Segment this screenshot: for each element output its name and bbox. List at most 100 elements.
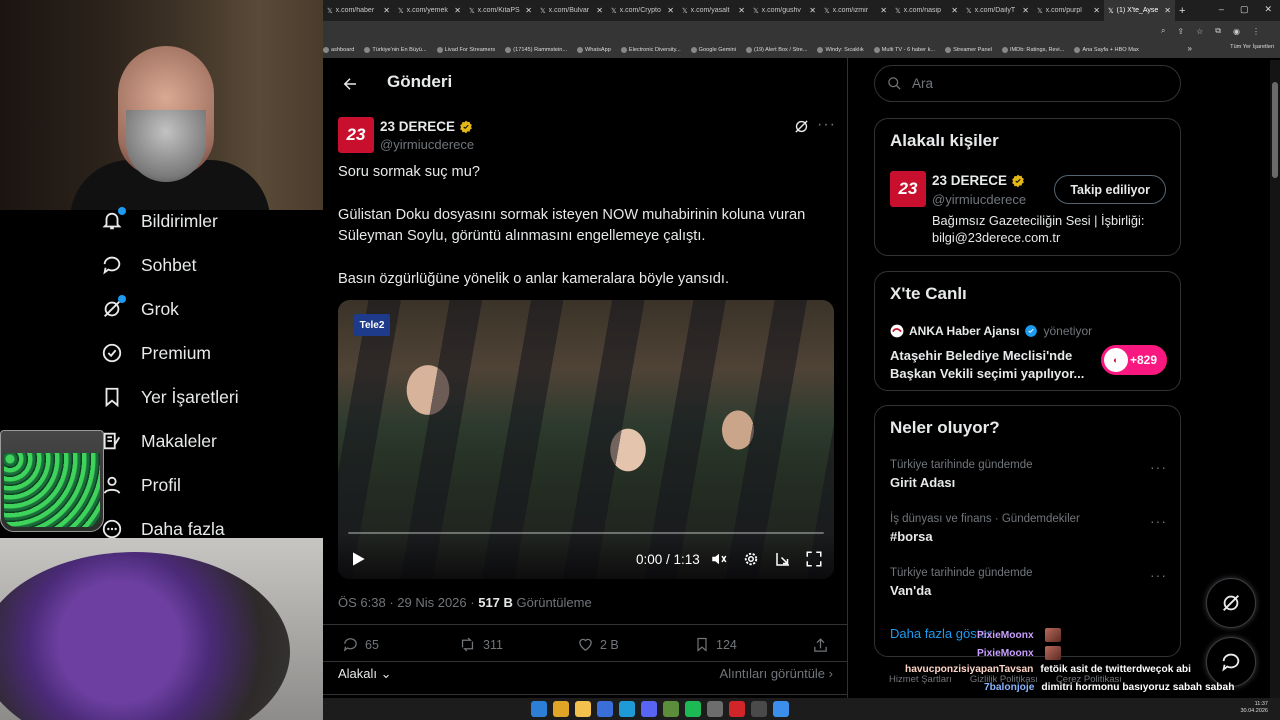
nav-item-chat[interactable]: Sohbet bbox=[100, 253, 196, 277]
bookmark-item[interactable]: WhatsApp bbox=[577, 46, 611, 53]
following-button[interactable]: Takip ediliyor bbox=[1054, 175, 1166, 204]
app-icon[interactable] bbox=[729, 701, 745, 717]
close-tab-icon[interactable]: ✕ bbox=[880, 6, 887, 15]
browser-tab[interactable]: 𝕏x.com/yasalt ✕ bbox=[678, 0, 749, 21]
minimize-icon[interactable]: – bbox=[1219, 4, 1224, 15]
like-button[interactable]: 2 B bbox=[577, 636, 619, 653]
trend-more-icon[interactable]: ··· bbox=[1150, 459, 1167, 475]
footer-link[interactable]: Çerez Politikası bbox=[1056, 674, 1122, 685]
browser-tab[interactable]: 𝕏x.com/purpl ✕ bbox=[1033, 0, 1104, 21]
bookmarks-overflow-icon[interactable]: » bbox=[1188, 44, 1192, 53]
spotify-icon[interactable] bbox=[685, 701, 701, 717]
browser-tab[interactable]: 𝕏x.com/KitaPS ✕ bbox=[465, 0, 536, 21]
view-quotes-link[interactable]: Alıntıları görüntüle › bbox=[720, 666, 833, 681]
close-tab-icon[interactable]: ✕ bbox=[383, 6, 390, 15]
bookmark-item[interactable]: Electronic Diversity... bbox=[620, 46, 681, 53]
trend-item[interactable]: Türkiye tarihinde gündemde Van'da ··· bbox=[890, 567, 1167, 598]
notes-icon[interactable] bbox=[663, 701, 679, 717]
nav-item-premium[interactable]: Premium bbox=[100, 341, 211, 365]
picture-in-picture-icon[interactable] bbox=[774, 550, 792, 568]
sort-dropdown[interactable]: Alakalı ⌄ bbox=[338, 666, 392, 681]
live-listeners-pill[interactable]: ◐ +829 bbox=[1101, 345, 1167, 375]
bookmark-item[interactable]: (19) Alert Box / Stre... bbox=[745, 46, 807, 53]
menu-icon[interactable]: ⋮ bbox=[1252, 27, 1260, 36]
grok-fab[interactable] bbox=[1206, 578, 1256, 628]
close-tab-icon[interactable]: ✕ bbox=[1164, 6, 1171, 15]
store-icon[interactable] bbox=[597, 701, 613, 717]
fullscreen-icon[interactable] bbox=[805, 550, 823, 568]
star-icon[interactable]: ☆ bbox=[1196, 27, 1203, 36]
messages-fab[interactable] bbox=[1206, 637, 1256, 687]
obs-icon[interactable] bbox=[751, 701, 767, 717]
browser-tab[interactable]: 𝕏x.com/Bulvar ✕ bbox=[536, 0, 607, 21]
close-tab-icon[interactable]: ✕ bbox=[1093, 6, 1100, 15]
steam-icon[interactable] bbox=[619, 701, 635, 717]
all-bookmarks-link[interactable]: Tüm Yer İşaretleri bbox=[1230, 44, 1274, 50]
terminal-icon[interactable] bbox=[707, 701, 723, 717]
nav-item-profile[interactable]: Profil bbox=[100, 473, 181, 497]
play-icon[interactable] bbox=[348, 549, 368, 569]
taskbar-clock[interactable]: 11:37 30.04.2026 bbox=[1240, 701, 1268, 715]
bookmark-item[interactable]: Google Gemini bbox=[690, 46, 736, 53]
bookmark-button[interactable]: 124 bbox=[694, 636, 737, 653]
close-window-icon[interactable]: ✕ bbox=[1264, 4, 1272, 15]
browser-tab[interactable]: 𝕏x.com/yemek ✕ bbox=[394, 0, 465, 21]
close-tab-icon[interactable]: ✕ bbox=[809, 6, 816, 15]
browser-tab[interactable]: 𝕏x.com/haber ✕ bbox=[323, 0, 394, 21]
close-tab-icon[interactable]: ✕ bbox=[951, 6, 958, 15]
volume-icon[interactable] bbox=[710, 550, 728, 568]
settings-icon[interactable] bbox=[773, 701, 789, 717]
bookmark-item[interactable]: Livad For Streamers bbox=[436, 46, 495, 53]
maximize-icon[interactable]: ▢ bbox=[1240, 4, 1249, 15]
close-tab-icon[interactable]: ✕ bbox=[1022, 6, 1029, 15]
nav-item-bookmark[interactable]: Yer İşaretleri bbox=[100, 385, 239, 409]
close-tab-icon[interactable]: ✕ bbox=[525, 6, 532, 15]
close-tab-icon[interactable]: ✕ bbox=[667, 6, 674, 15]
trend-item[interactable]: İş dünyası ve finans · Gündemdekiler #bo… bbox=[890, 513, 1167, 544]
bookmark-item[interactable]: Streamer Panel bbox=[945, 46, 992, 53]
page-scrollbar[interactable] bbox=[1270, 60, 1280, 700]
post-more-icon[interactable]: ··· bbox=[817, 116, 836, 134]
bookmark-item[interactable]: Multi TV - 6 haber k... bbox=[873, 46, 935, 53]
extensions-icon[interactable]: ⧉ bbox=[1215, 26, 1221, 36]
video-progress-bar[interactable] bbox=[348, 532, 824, 534]
browser-tab[interactable]: 𝕏x.com/izmir ✕ bbox=[820, 0, 891, 21]
nav-item-article[interactable]: Makaleler bbox=[100, 429, 217, 453]
bookmark-item[interactable]: Windy: Sıcaklık bbox=[817, 46, 864, 53]
bookmark-item[interactable]: Türkiye'nin En Büyü... bbox=[364, 46, 427, 53]
post-time[interactable]: ÖS 6:38 bbox=[338, 595, 386, 610]
repost-button[interactable]: 311 bbox=[458, 636, 503, 653]
start-icon[interactable] bbox=[531, 701, 547, 717]
browser-tab[interactable]: 𝕏x.com/DailyT ✕ bbox=[962, 0, 1033, 21]
zoom-icon[interactable]: ⌕ bbox=[1161, 26, 1165, 36]
post-video[interactable]: Tele2 0:00 / 1:13 bbox=[338, 300, 834, 579]
trend-more-icon[interactable]: ··· bbox=[1150, 513, 1167, 529]
grok-icon[interactable] bbox=[793, 118, 810, 135]
live-event-title[interactable]: Ataşehir Belediye Meclisi'nde Başkan Vek… bbox=[890, 347, 1095, 383]
file-explorer-icon[interactable] bbox=[575, 701, 591, 717]
new-tab-button[interactable]: + bbox=[1179, 5, 1185, 17]
bookmark-item[interactable]: (17145) Rammstein... bbox=[505, 46, 567, 53]
share-icon[interactable]: ⇪ bbox=[1177, 27, 1184, 36]
browser-tab[interactable]: 𝕏x.com/Crypto ✕ bbox=[607, 0, 678, 21]
bookmark-item[interactable]: IMDb: Ratings, Revi... bbox=[1001, 46, 1064, 53]
bookmark-item[interactable]: ashboard bbox=[323, 46, 354, 53]
related-handle[interactable]: @yirmiucderece bbox=[932, 192, 1026, 207]
footer-link[interactable]: Hizmet Şartları bbox=[889, 674, 952, 685]
search-input[interactable]: Ara bbox=[874, 65, 1181, 102]
reply-button[interactable]: 65 bbox=[342, 636, 379, 653]
browser-tab[interactable]: 𝕏x.com/nasip ✕ bbox=[891, 0, 962, 21]
share-icon[interactable] bbox=[812, 637, 829, 654]
chrome-icon[interactable] bbox=[553, 701, 569, 717]
browser-tab[interactable]: 𝕏x.com/gushv ✕ bbox=[749, 0, 820, 21]
close-tab-icon[interactable]: ✕ bbox=[454, 6, 461, 15]
related-name-row[interactable]: 23 DERECE bbox=[932, 173, 1025, 188]
close-tab-icon[interactable]: ✕ bbox=[596, 6, 603, 15]
settings-gear-icon[interactable] bbox=[742, 550, 760, 568]
nav-item-bell[interactable]: Bildirimler bbox=[100, 207, 218, 233]
back-button[interactable] bbox=[338, 72, 362, 96]
related-avatar[interactable]: 23 bbox=[890, 171, 926, 207]
footer-link[interactable]: Gizlilik Politikası bbox=[970, 674, 1038, 685]
close-tab-icon[interactable]: ✕ bbox=[738, 6, 745, 15]
nav-item-grok[interactable]: Grok bbox=[100, 295, 179, 321]
